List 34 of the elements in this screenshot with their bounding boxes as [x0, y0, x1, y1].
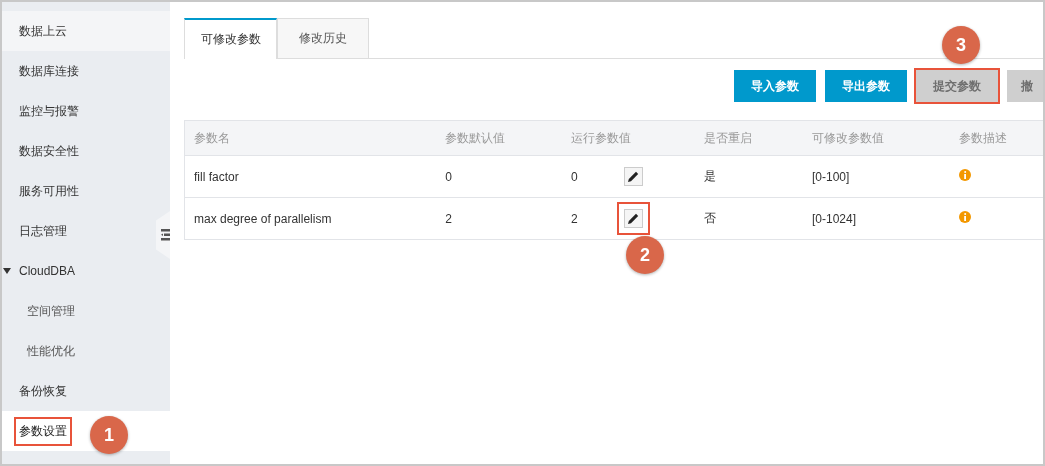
- column-header: 参数名: [184, 120, 437, 156]
- column-header: 参数描述: [950, 120, 1043, 156]
- column-header: 参数默认值: [436, 120, 562, 156]
- sidebar-item[interactable]: 空间管理: [22, 296, 80, 326]
- sidebar-item[interactable]: 日志管理: [14, 216, 72, 246]
- sidebar-item[interactable]: CloudDBA: [14, 258, 81, 284]
- sidebar-item[interactable]: 参数设置: [14, 416, 72, 446]
- table-cell: [0-1024]: [802, 197, 951, 240]
- step-badge: 2: [626, 236, 664, 274]
- column-header: 可修改参数值: [802, 120, 951, 156]
- column-header: 运行参数值: [561, 120, 695, 156]
- menu-icon: [161, 229, 170, 241]
- table-cell: 0: [570, 169, 578, 184]
- table-cell: fill factor: [184, 155, 437, 198]
- sidebar-item[interactable]: 备份恢复: [14, 376, 72, 406]
- column-header: 是否重启: [694, 120, 803, 156]
- pencil-icon: [627, 171, 639, 182]
- table-cell: 否: [694, 197, 803, 240]
- table-cell: max degree of parallelism: [184, 197, 437, 240]
- sidebar-item[interactable]: 服务可用性: [14, 176, 84, 206]
- edit-button[interactable]: [616, 202, 650, 235]
- sidebar-item[interactable]: 监控与报警: [14, 96, 84, 126]
- sidebar-item[interactable]: 数据库连接: [14, 56, 84, 86]
- step-badge: 3: [942, 26, 980, 64]
- sidebar-item[interactable]: 性能优化: [22, 336, 80, 366]
- tab[interactable]: 可修改参数: [184, 18, 277, 59]
- table-cell: 2: [570, 211, 578, 226]
- table-cell: [0-100]: [802, 155, 951, 198]
- tab[interactable]: 修改历史: [277, 18, 369, 58]
- pencil-icon: [627, 213, 639, 224]
- table-cell: 是: [694, 155, 803, 198]
- sidebar-item[interactable]: 数据安全性: [14, 136, 84, 166]
- table-cell: 0: [436, 155, 562, 198]
- table-cell: 2: [436, 197, 562, 240]
